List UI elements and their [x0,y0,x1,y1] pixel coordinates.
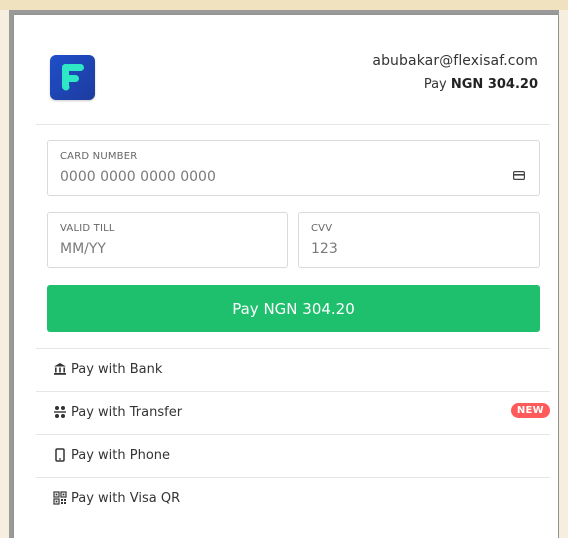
option-pay-with-visa-qr[interactable]: Pay with Visa QR [36,478,550,520]
bank-icon [54,363,66,375]
cvv-label: CVV [311,223,333,234]
header-divider [36,124,550,125]
pay-prefix: Pay [423,77,447,92]
option-label: Pay with Phone [71,448,171,463]
valid-till-label: VALID TILL [60,223,115,234]
card-number-label: CARD NUMBER [60,151,138,162]
phone-icon [55,448,65,462]
card-number-field[interactable]: CARD NUMBER [47,140,540,196]
customer-email: abubakar@flexisaf.com [372,53,538,69]
option-pay-with-transfer[interactable]: Pay with Transfer NEW [36,392,550,434]
option-pay-with-phone[interactable]: Pay with Phone [36,435,550,477]
background-stripe [0,0,568,10]
flexisaf-logo-icon [62,64,84,91]
pay-amount: NGN 304.20 [450,77,538,92]
payment-header: abubakar@flexisaf.com Pay NGN 304.20 [14,15,558,125]
payment-card: abubakar@flexisaf.com Pay NGN 304.20 CAR… [14,15,558,538]
cvv-input[interactable] [311,241,503,257]
card-number-input[interactable] [60,169,453,185]
qr-icon [53,491,67,505]
new-badge: NEW [510,403,550,418]
payment-amount-line: Pay NGN 304.20 [372,77,538,92]
cvv-field[interactable]: CVV [298,212,540,268]
transfer-icon [54,406,66,418]
option-label: Pay with Transfer [71,405,183,420]
pay-button[interactable]: Pay NGN 304.20 [47,285,540,332]
valid-till-input[interactable] [60,241,252,257]
credit-card-icon [513,171,525,180]
merchant-logo [50,55,95,100]
payment-summary: abubakar@flexisaf.com Pay NGN 304.20 [372,53,538,92]
valid-till-field[interactable]: VALID TILL [47,212,288,268]
option-label: Pay with Visa QR [71,491,181,506]
option-label: Pay with Bank [71,362,163,377]
option-pay-with-bank[interactable]: Pay with Bank [36,349,550,391]
